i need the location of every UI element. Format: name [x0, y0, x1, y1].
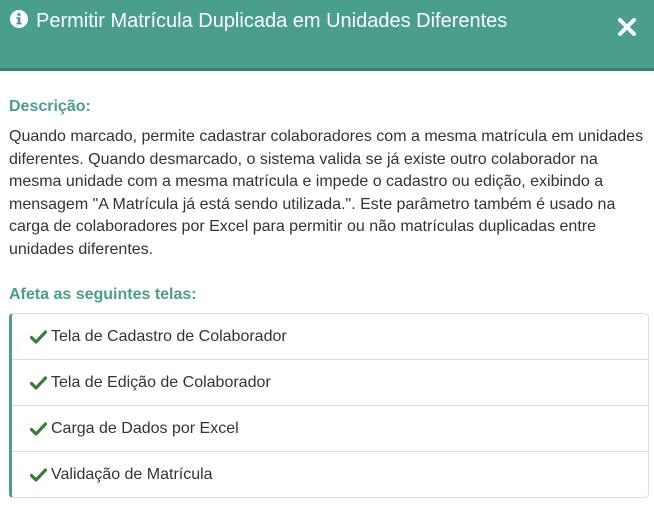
modal-header: Permitir Matrícula Duplicada em Unidades…	[0, 0, 654, 71]
modal-title: Permitir Matrícula Duplicada em Unidades…	[36, 10, 508, 32]
description-text: Quando marcado, permite cadastrar colabo…	[9, 128, 644, 258]
list-item-label: Validação de Matrícula	[51, 465, 213, 483]
parameter-details-modal: Permitir Matrícula Duplicada em Unidades…	[0, 0, 654, 506]
check-icon	[30, 421, 47, 436]
list-item: Validação de Matrícula	[12, 452, 648, 497]
list-item: Carga de Dados por Excel	[12, 406, 648, 452]
list-item-label: Tela de Edição de Colaborador	[51, 373, 271, 391]
list-item-label: Tela de Cadastro de Colaborador	[51, 327, 287, 345]
close-icon[interactable]	[616, 16, 638, 38]
list-item-label: Carga de Dados por Excel	[51, 419, 239, 437]
check-icon	[30, 375, 47, 390]
description-label: Descrição:	[9, 98, 91, 115]
list-item: Tela de Edição de Colaborador	[12, 360, 648, 406]
info-circle-icon	[10, 10, 28, 28]
check-icon	[30, 467, 47, 482]
affects-label: Afeta as seguintes telas:	[9, 286, 197, 303]
affected-screens-list: Tela de Cadastro de Colaborador Tela de …	[9, 313, 649, 498]
list-item: Tela de Cadastro de Colaborador	[12, 314, 648, 360]
check-icon	[30, 329, 47, 344]
description-section: Descrição: Quando marcado, permite cadas…	[9, 96, 645, 262]
